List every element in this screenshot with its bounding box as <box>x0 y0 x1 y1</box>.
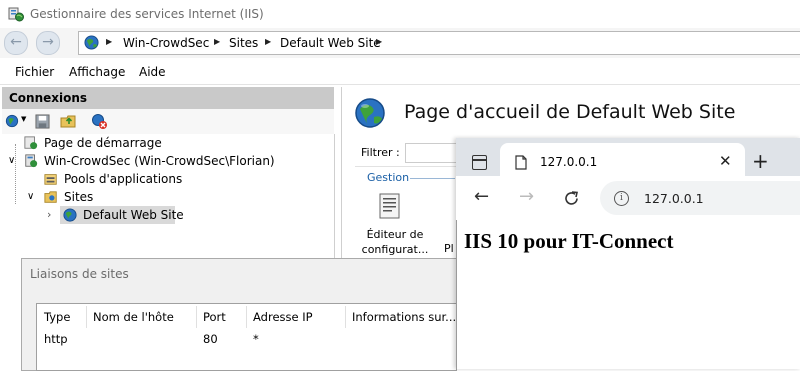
tree-line <box>15 144 17 204</box>
column-separator <box>345 306 346 328</box>
site-home-globe-icon <box>355 98 385 128</box>
chevron-right-icon: ▶ <box>376 37 383 46</box>
tree-item-start-page[interactable]: Page de démarrage <box>44 136 162 150</box>
server-icon <box>25 154 38 168</box>
save-icon[interactable] <box>35 114 50 129</box>
close-tab-icon[interactable]: ✕ <box>719 152 732 170</box>
col-header-ip[interactable]: Adresse IP <box>253 310 313 324</box>
config-editor-label-line2: configurat... <box>361 243 429 256</box>
refresh-icon[interactable] <box>563 190 580 207</box>
dropdown-arrow-icon[interactable]: ▼ <box>21 115 26 123</box>
title-bar: Gestionnaire des services Internet (IIS) <box>0 0 800 28</box>
chevron-down-icon[interactable]: ∨ <box>27 191 34 202</box>
col-header-port[interactable]: Port <box>203 310 226 324</box>
chevron-right-icon: ▶ <box>106 37 113 46</box>
crumb-server[interactable]: Win-CrowdSec <box>123 36 209 50</box>
browser-forward-icon[interactable]: → <box>519 186 534 207</box>
col-header-type[interactable]: Type <box>44 310 70 324</box>
binding-port[interactable]: 80 <box>203 332 218 346</box>
column-separator <box>196 306 197 328</box>
tree-item-app-pools[interactable]: Pools d'applications <box>64 172 182 186</box>
tree-item-default-web-site[interactable]: Default Web Site <box>83 208 184 222</box>
feature-label-partial[interactable]: Pl <box>444 242 454 255</box>
menu-affichage[interactable]: Affichage <box>69 65 125 79</box>
page-document-icon <box>515 155 527 170</box>
menu-bar: Fichier Affichage Aide <box>0 60 800 85</box>
browser-back-icon[interactable]: ← <box>474 186 489 207</box>
back-arrow-icon: ← <box>10 34 22 50</box>
crumb-default-web-site[interactable]: Default Web Site <box>280 36 381 50</box>
page-heading: IIS 10 pour IT-Connect <box>464 229 674 253</box>
connections-title: Connexions <box>9 91 88 105</box>
config-editor-label-line1: Éditeur de <box>366 228 424 241</box>
binding-type[interactable]: http <box>44 332 68 346</box>
forward-arrow-icon: → <box>42 34 54 50</box>
connect-globe-icon[interactable] <box>5 114 19 128</box>
sites-folder-icon <box>44 191 57 203</box>
chevron-right-icon[interactable]: › <box>47 208 51 221</box>
globe-icon <box>84 35 99 50</box>
tree-item-server[interactable]: Win-CrowdSec (Win-CrowdSec\Florian) <box>44 154 275 168</box>
menu-fichier[interactable]: Fichier <box>15 65 54 79</box>
filter-label: Filtrer : <box>361 146 400 159</box>
crumb-sites[interactable]: Sites <box>229 36 258 50</box>
group-gestion[interactable]: Gestion <box>367 171 409 184</box>
iis-app-icon <box>8 7 24 22</box>
url-text[interactable]: 127.0.0.1 <box>644 191 704 206</box>
forward-button[interactable]: → <box>36 31 60 55</box>
chevron-right-icon: ▶ <box>265 37 272 46</box>
up-folder-icon[interactable] <box>60 113 77 129</box>
tab-actions-icon[interactable] <box>472 155 487 170</box>
address-bar[interactable]: ▶ Win-CrowdSec ▶ Sites ▶ Default Web Sit… <box>78 31 800 55</box>
column-separator <box>246 306 247 328</box>
app-pools-icon <box>44 174 57 185</box>
chevron-right-icon: ▶ <box>214 37 221 46</box>
window-title: Gestionnaire des services Internet (IIS) <box>30 7 264 21</box>
config-editor-icon[interactable] <box>377 192 403 220</box>
tree-item-sites[interactable]: Sites <box>64 190 93 204</box>
config-editor-label[interactable]: Éditeur de configurat... <box>360 227 430 257</box>
website-globe-icon <box>63 208 77 222</box>
group-divider <box>410 178 455 179</box>
chevron-down-icon[interactable]: ∨ <box>8 155 15 166</box>
col-header-info[interactable]: Informations sur... <box>352 310 456 324</box>
browser-tab[interactable] <box>500 143 745 176</box>
back-button[interactable]: ← <box>4 31 28 55</box>
new-tab-icon[interactable]: + <box>752 149 769 173</box>
page-title: Page d'accueil de Default Web Site <box>404 101 736 123</box>
binding-ip[interactable]: * <box>253 332 259 346</box>
column-separator <box>86 306 87 328</box>
col-header-host[interactable]: Nom de l'hôte <box>93 310 174 324</box>
menu-aide[interactable]: Aide <box>139 65 166 79</box>
filter-input[interactable] <box>405 143 457 163</box>
connections-toolbar: ▼ <box>2 109 334 135</box>
disconnect-icon[interactable] <box>91 113 108 130</box>
site-info-icon[interactable]: i <box>614 191 629 206</box>
tab-title: 127.0.0.1 <box>540 155 598 169</box>
connections-header: Connexions <box>2 87 334 109</box>
start-page-icon <box>24 136 38 150</box>
dialog-title: Liaisons de sites <box>30 267 129 281</box>
